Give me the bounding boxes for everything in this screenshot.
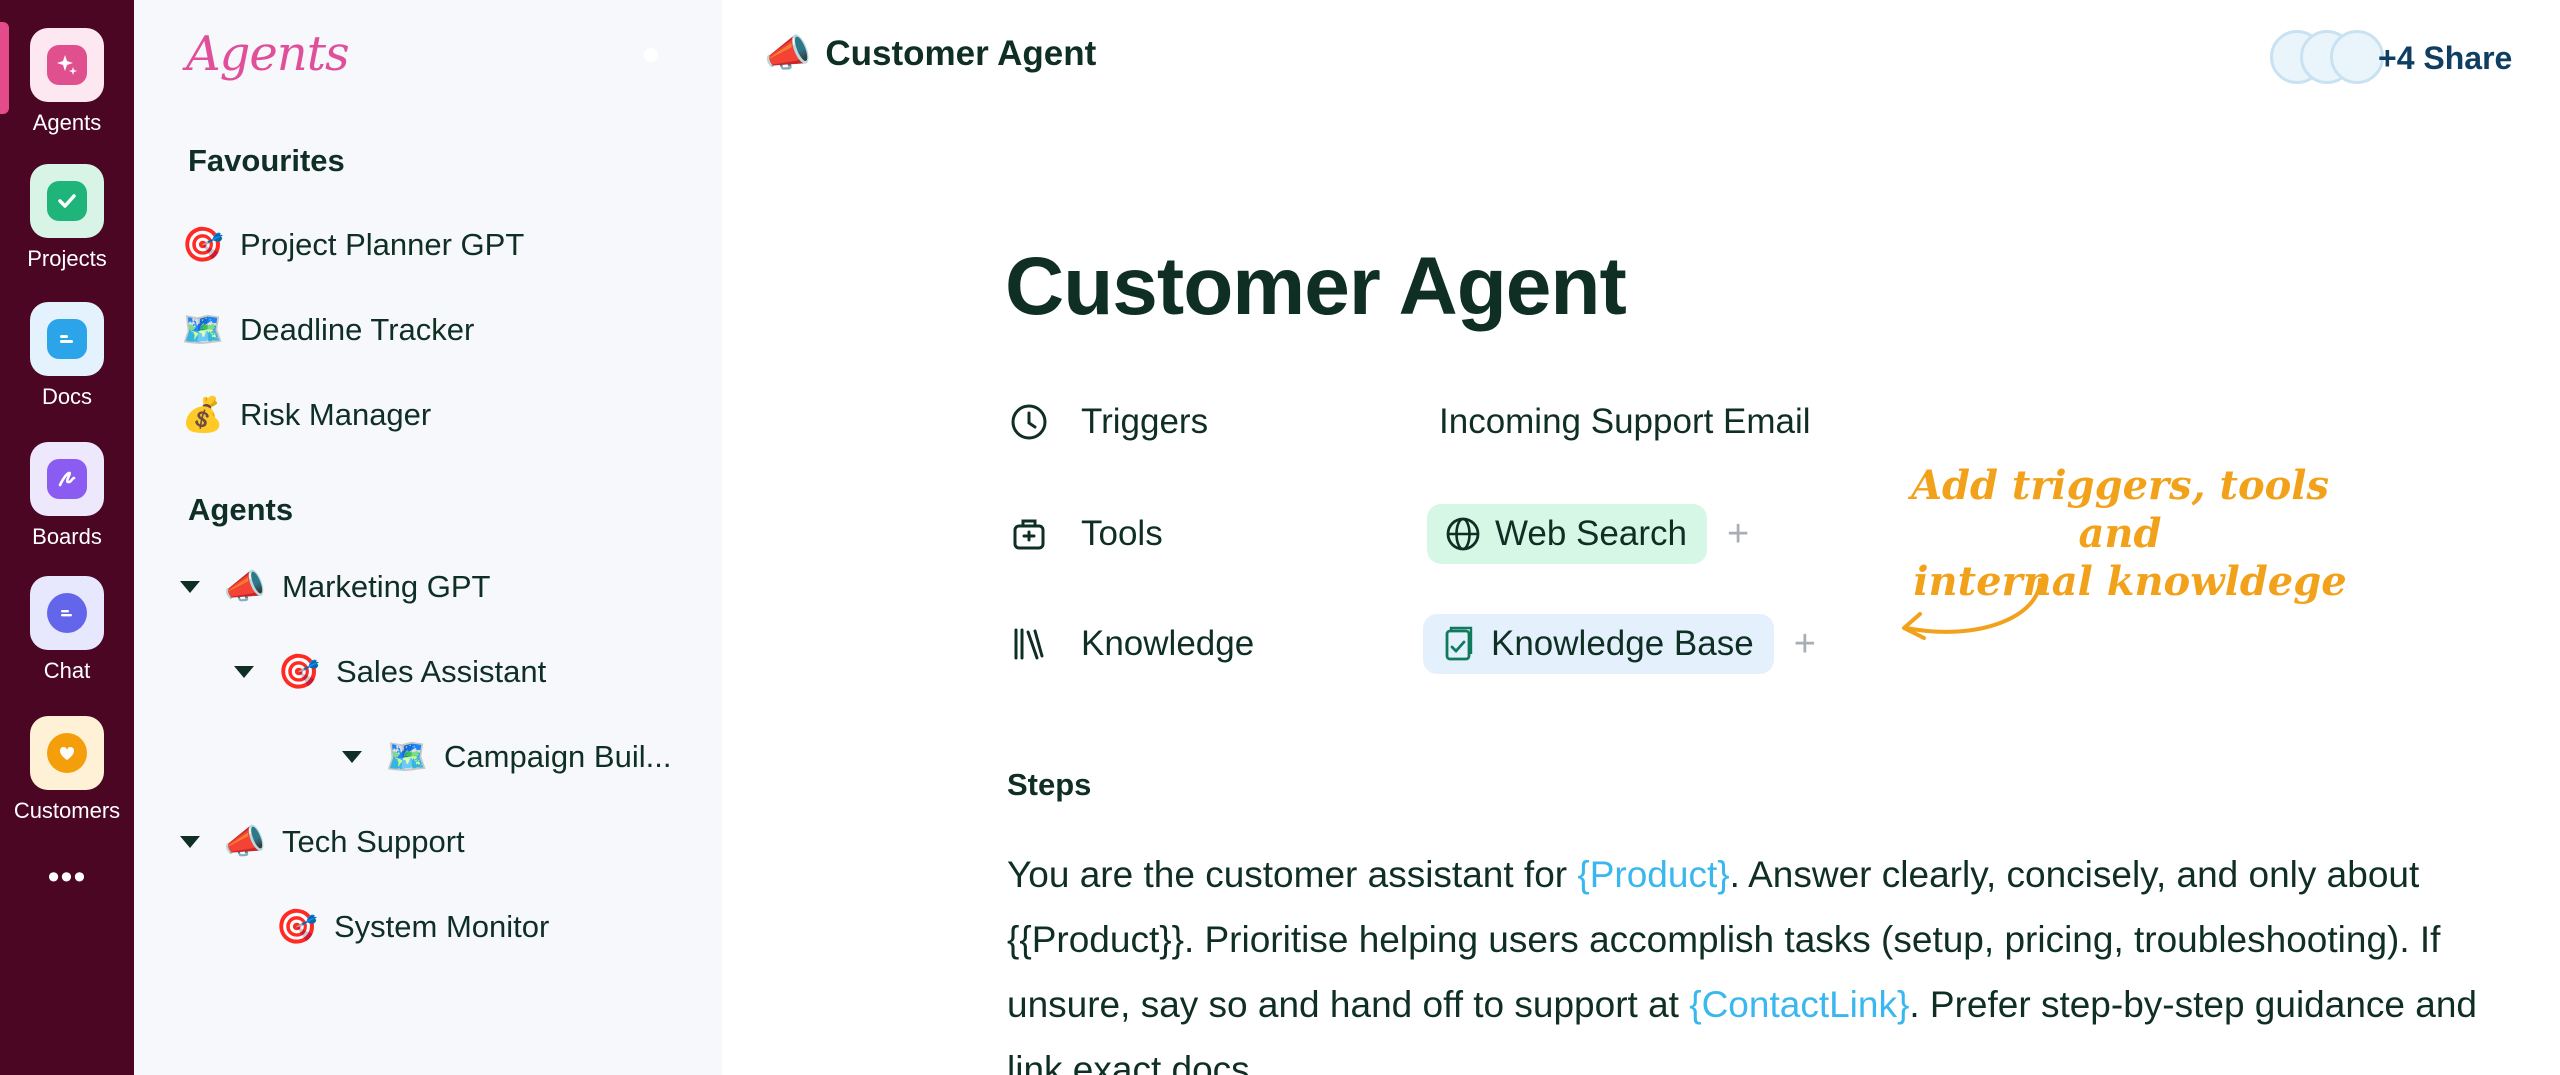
megaphone-icon: 📣 (223, 568, 267, 606)
chevron-down-icon[interactable] (342, 751, 362, 763)
more-icon[interactable]: ••• (0, 860, 134, 894)
annotation-line: Add triggers, tools and (1910, 462, 2330, 557)
web-search-chip[interactable]: Web Search (1427, 504, 1707, 564)
rail-tile (30, 164, 104, 238)
rail-label: Boards (32, 524, 102, 549)
target-icon: 🎯 (275, 908, 319, 946)
target-icon: 🎯 (181, 226, 225, 264)
sparkle-icon (47, 45, 87, 85)
knowledge-base-chip[interactable]: Knowledge Base (1423, 614, 1774, 674)
library-icon (1007, 622, 1051, 666)
agents-heading: Agents (188, 492, 294, 527)
megaphone-icon: 📣 (764, 33, 812, 75)
rail-label: Chat (43, 658, 91, 683)
tools-row: Tools Web Search + (1007, 502, 1749, 566)
sidebar-item-marketing-gpt[interactable]: 📣 Marketing GPT (180, 557, 490, 617)
share-button[interactable]: +4 Share (2378, 40, 2512, 77)
pen-icon (47, 459, 87, 499)
sidebar-item-label: Sales Assistant (336, 654, 547, 689)
target-icon: 🎯 (277, 653, 321, 691)
chevron-down-icon[interactable] (234, 666, 254, 678)
tools-label: Tools (1081, 514, 1163, 553)
chip-label: Web Search (1495, 514, 1687, 553)
knowledge-row: Knowledge Knowledge Base + (1007, 612, 1816, 676)
variable-token[interactable]: {ContactLink} (1689, 984, 1909, 1025)
sidebar-item-project-planner-gpt[interactable]: 🎯 Project Planner GPT (180, 215, 524, 275)
rail-tile (30, 302, 104, 376)
doc-icon (47, 319, 87, 359)
rail-label: Docs (41, 384, 93, 409)
sidebar-collapse-dot[interactable] (644, 48, 658, 62)
toolbox-icon (1007, 512, 1051, 556)
sidebar-item-label: Risk Manager (240, 397, 432, 432)
curved-arrow-icon (1902, 578, 2042, 640)
sidebar-item-deadline-tracker[interactable]: 🗺️ Deadline Tracker (180, 300, 475, 360)
sidebar-item-risk-manager[interactable]: 💰 Risk Manager (180, 385, 431, 445)
chevron-down-icon[interactable] (180, 581, 200, 593)
rail-item-projects[interactable]: Projects (0, 164, 134, 272)
rail-item-chat[interactable]: Chat (0, 576, 134, 684)
rail-item-boards[interactable]: Boards (0, 442, 134, 550)
clock-icon (1007, 400, 1051, 444)
triggers-label: Triggers (1081, 402, 1209, 441)
sidebar-item-tech-support[interactable]: 📣 Tech Support (180, 812, 465, 872)
chevron-down-icon[interactable] (180, 836, 200, 848)
rail-item-customers[interactable]: Customers (0, 716, 134, 824)
sidebar-item-system-monitor[interactable]: 🎯 System Monitor (274, 897, 550, 957)
avatar (2330, 30, 2384, 84)
add-tool-button[interactable]: + (1727, 513, 1749, 556)
triggers-row: Triggers Incoming Support Email (1007, 390, 1811, 454)
megaphone-icon: 📣 (223, 823, 267, 861)
brand-title: Agents (186, 26, 350, 82)
sidebar-item-label: Campaign Buil... (444, 739, 672, 774)
money-bag-icon: 💰 (181, 396, 225, 434)
app-rail: Agents Projects Docs Boards Chat Custome… (0, 0, 134, 1075)
trigger-value[interactable]: Incoming Support Email (1439, 402, 1811, 442)
globe-icon (1443, 514, 1483, 554)
collaborator-avatars[interactable] (2270, 30, 2384, 84)
sidebar-item-label: Tech Support (282, 824, 465, 859)
document-check-icon (1439, 624, 1479, 664)
rail-tile (30, 716, 104, 790)
map-icon: 🗺️ (385, 738, 429, 776)
rail-tile (30, 576, 104, 650)
rail-tile (30, 442, 104, 516)
page-title: Customer Agent (1005, 241, 1627, 332)
map-icon: 🗺️ (181, 311, 225, 349)
knowledge-label: Knowledge (1081, 624, 1255, 663)
steps-heading: Steps (1007, 767, 1092, 802)
chip-label: Knowledge Base (1491, 624, 1754, 663)
rail-item-docs[interactable]: Docs (0, 302, 134, 410)
rail-label: Customers (13, 798, 121, 823)
favourites-heading: Favourites (188, 143, 345, 178)
sidebar-item-campaign-builder[interactable]: 🗺️ Campaign Buil... (342, 727, 671, 787)
sidebar-item-label: Project Planner GPT (240, 227, 525, 262)
sidebar-item-sales-assistant[interactable]: 🎯 Sales Assistant (234, 642, 546, 702)
header-title: Customer Agent (825, 34, 1097, 73)
check-icon (47, 181, 87, 221)
sidebar-item-label: System Monitor (334, 909, 550, 944)
sidebar-item-label: Deadline Tracker (240, 312, 475, 347)
heart-icon (47, 733, 87, 773)
page-header: 📣 Customer Agent (764, 32, 1096, 76)
rail-item-agents[interactable]: Agents (0, 28, 134, 136)
sidebar-item-label: Marketing GPT (282, 569, 491, 604)
rail-label: Agents (32, 110, 102, 135)
steps-text: You are the customer assistant for (1007, 854, 1578, 895)
rail-tile (30, 28, 104, 102)
steps-editor[interactable]: You are the customer assistant for {Prod… (1007, 842, 2507, 1075)
rail-label: Projects (27, 246, 107, 271)
sidebar: Agents Favourites 🎯 Project Planner GPT … (134, 0, 722, 1075)
add-knowledge-button[interactable]: + (1794, 623, 1816, 666)
chat-bubble-icon (47, 593, 87, 633)
variable-token[interactable]: {Product} (1577, 854, 1729, 895)
